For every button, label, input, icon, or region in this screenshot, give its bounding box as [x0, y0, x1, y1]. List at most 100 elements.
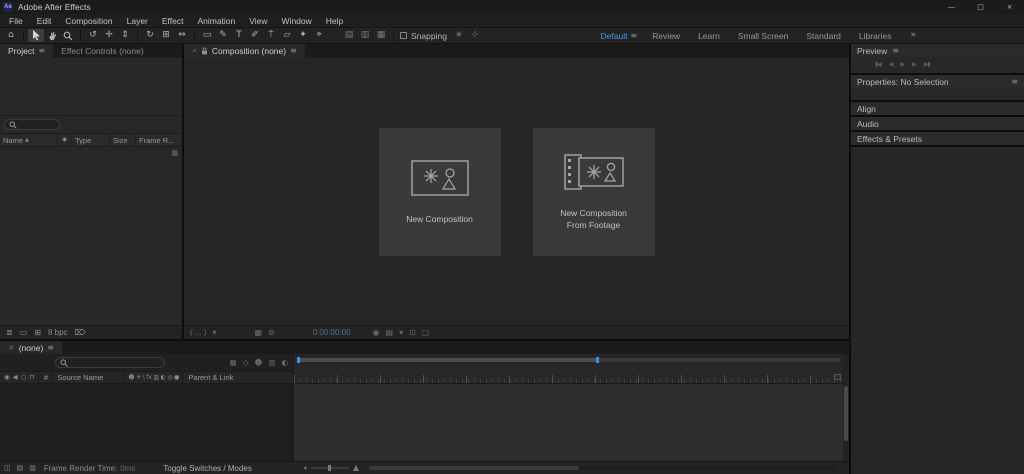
timeline-track-area[interactable]	[294, 384, 843, 461]
time-navigator-range[interactable]	[297, 358, 596, 362]
threed-switch-icon[interactable]: ●	[174, 374, 179, 381]
minimize-button[interactable]: —	[937, 0, 966, 14]
navigator-end-handle[interactable]	[595, 357, 599, 363]
transparency-grid-icon[interactable]: ▢	[422, 328, 430, 337]
project-panel-menu-icon[interactable]: ≡	[38, 47, 45, 55]
time-ruler[interactable]	[294, 366, 843, 384]
region-of-interest-icon[interactable]: ⊡	[409, 328, 416, 337]
fx-switch-icon[interactable]: fx	[146, 374, 152, 381]
new-composition-footer-icon[interactable]: ⊞	[34, 328, 41, 337]
workspace-tab-review[interactable]: Review	[643, 31, 689, 41]
mask-visibility-icon[interactable]: ⊚	[268, 328, 275, 337]
workspace-tab-small-screen[interactable]: Small Screen	[729, 31, 798, 41]
zoom-in-mountain-icon[interactable]: ▲	[353, 464, 359, 472]
rotation-tool-icon[interactable]: ↻	[142, 29, 158, 42]
column-frame-rate[interactable]: Frame R...	[136, 134, 182, 146]
properties-panel-menu-icon[interactable]: ≡	[1011, 77, 1018, 86]
workspace-menu-icon[interactable]: ≡	[630, 31, 643, 40]
project-flowchart-icon[interactable]: ▦	[171, 150, 178, 157]
current-time-display[interactable]: 0:00:00:00	[313, 328, 351, 337]
zoom-out-mountain-icon[interactable]: ▴	[304, 465, 307, 471]
column-label[interactable]: ◆	[58, 134, 72, 146]
color-depth-button[interactable]: 8 bpc	[48, 328, 68, 337]
magnification-caret-icon[interactable]: ▾	[212, 328, 216, 337]
hide-shy-layers-icon[interactable]: ☻	[255, 359, 263, 367]
tab-effect-controls[interactable]: Effect Controls (none)	[53, 44, 152, 58]
previous-frame-button[interactable]: ◀	[889, 62, 894, 68]
collapse-switch-icon[interactable]: ✳	[136, 374, 141, 381]
properties-header[interactable]: Properties: No Selection ≡	[851, 75, 1024, 88]
dolly-camera-tool-icon[interactable]: ⇕	[117, 29, 133, 42]
parent-link-column[interactable]: Parent & Link	[183, 372, 293, 383]
audio-header[interactable]: Audio	[851, 117, 1024, 130]
shape-tool-icon[interactable]: ▭	[199, 29, 215, 42]
navigator-start-handle[interactable]	[297, 357, 300, 363]
snapshot-icon[interactable]: ◉	[373, 328, 380, 337]
menu-animation[interactable]: Animation	[190, 16, 242, 26]
trash-icon[interactable]: ⌦	[75, 328, 86, 337]
brush-tool-icon[interactable]: ✐	[247, 29, 263, 42]
home-icon[interactable]: ⌂	[3, 29, 19, 42]
panel-chevron-left-icon[interactable]: «	[192, 47, 197, 55]
toggle-switches-modes-button[interactable]: Toggle Switches / Modes	[163, 464, 252, 473]
menu-edit[interactable]: Edit	[30, 16, 59, 26]
workspace-overflow-icon[interactable]: »	[900, 31, 916, 40]
play-button[interactable]: ▶	[901, 62, 906, 68]
camera-tool-icon[interactable]: ⊞	[158, 29, 174, 42]
selection-tool[interactable]	[28, 29, 44, 42]
audio-speaker-icon[interactable]: ◀	[13, 374, 18, 381]
draft-3d-icon[interactable]: ◇	[243, 359, 249, 367]
menu-help[interactable]: Help	[319, 16, 350, 26]
pan-behind-tool-icon[interactable]: ⇔	[174, 29, 190, 42]
menu-composition[interactable]: Composition	[58, 16, 119, 26]
workspace-tab-default[interactable]: Default	[592, 31, 631, 41]
effects-presets-header[interactable]: Effects & Presets	[851, 132, 1024, 145]
composition-panel-menu-icon[interactable]: ≡	[290, 47, 297, 55]
composition-mini-flowchart-icon[interactable]: ▦	[230, 359, 237, 367]
menu-layer[interactable]: Layer	[120, 16, 155, 26]
pan-camera-tool-icon[interactable]: ✛	[101, 29, 117, 42]
interpret-footage-icon[interactable]: ≣	[6, 328, 13, 337]
go-to-end-button[interactable]: ▶▮	[924, 62, 931, 68]
video-eye-icon[interactable]: ◉	[4, 374, 10, 381]
motion-blur-switch-icon[interactable]: ◐	[161, 374, 166, 381]
expand-in-out-panes-icon[interactable]: ▥	[29, 464, 36, 472]
menu-file[interactable]: File	[2, 16, 30, 26]
motion-blur-icon[interactable]: ◐	[281, 359, 288, 367]
eraser-tool-icon[interactable]: ▱	[279, 29, 295, 42]
puppet-pin-tool-icon[interactable]: ⌖	[311, 29, 327, 42]
column-size[interactable]: Size	[110, 134, 136, 146]
magnification-dropdown[interactable]: ( ... )	[190, 328, 206, 337]
menu-view[interactable]: View	[242, 16, 274, 26]
timeline-vertical-scrollbar[interactable]	[843, 354, 849, 461]
resolution-caret-icon[interactable]: ▾	[399, 328, 403, 337]
new-composition-from-footage-card[interactable]: New Composition From Footage	[532, 127, 655, 256]
align-header[interactable]: Align	[851, 102, 1024, 115]
grid-guides-icon[interactable]: ▦	[254, 328, 262, 337]
tool-option-1-icon[interactable]: ▤	[341, 29, 357, 42]
close-button[interactable]: ×	[995, 0, 1024, 14]
vertical-scrollbar-thumb[interactable]	[844, 386, 848, 441]
project-item-list[interactable]: ▦	[0, 147, 182, 325]
timeline-zoom-slider[interactable]	[310, 465, 349, 471]
next-frame-button[interactable]: ▶	[912, 62, 917, 68]
quality-switch-icon[interactable]: \	[143, 374, 145, 381]
column-name[interactable]: Name ▲	[0, 134, 58, 146]
go-to-start-button[interactable]: ▮◀	[875, 62, 882, 68]
menu-window[interactable]: Window	[275, 16, 319, 26]
tool-option-2-icon[interactable]: ▥	[357, 29, 373, 42]
shy-switch-icon[interactable]: ☻	[128, 374, 134, 381]
frame-blend-switch-icon[interactable]: ▥	[153, 374, 159, 381]
snap-option-a-icon[interactable]: ∗	[451, 29, 467, 42]
timeline-panel-menu-icon[interactable]: ≡	[47, 343, 54, 352]
source-name-column[interactable]: Source Name	[53, 372, 126, 383]
type-tool-icon[interactable]: T	[231, 29, 247, 42]
comp-marker-bin[interactable]	[834, 374, 841, 380]
zoom-tool[interactable]	[60, 29, 76, 42]
timeline-horizontal-scrollbar[interactable]	[369, 466, 835, 470]
workspace-tab-libraries[interactable]: Libraries	[850, 31, 901, 41]
pen-tool-icon[interactable]: ✎	[215, 29, 231, 42]
tab-project[interactable]: Project ≡	[0, 44, 54, 58]
orbit-camera-tool-icon[interactable]: ↺	[85, 29, 101, 42]
snapping-checkbox[interactable]	[400, 32, 407, 39]
